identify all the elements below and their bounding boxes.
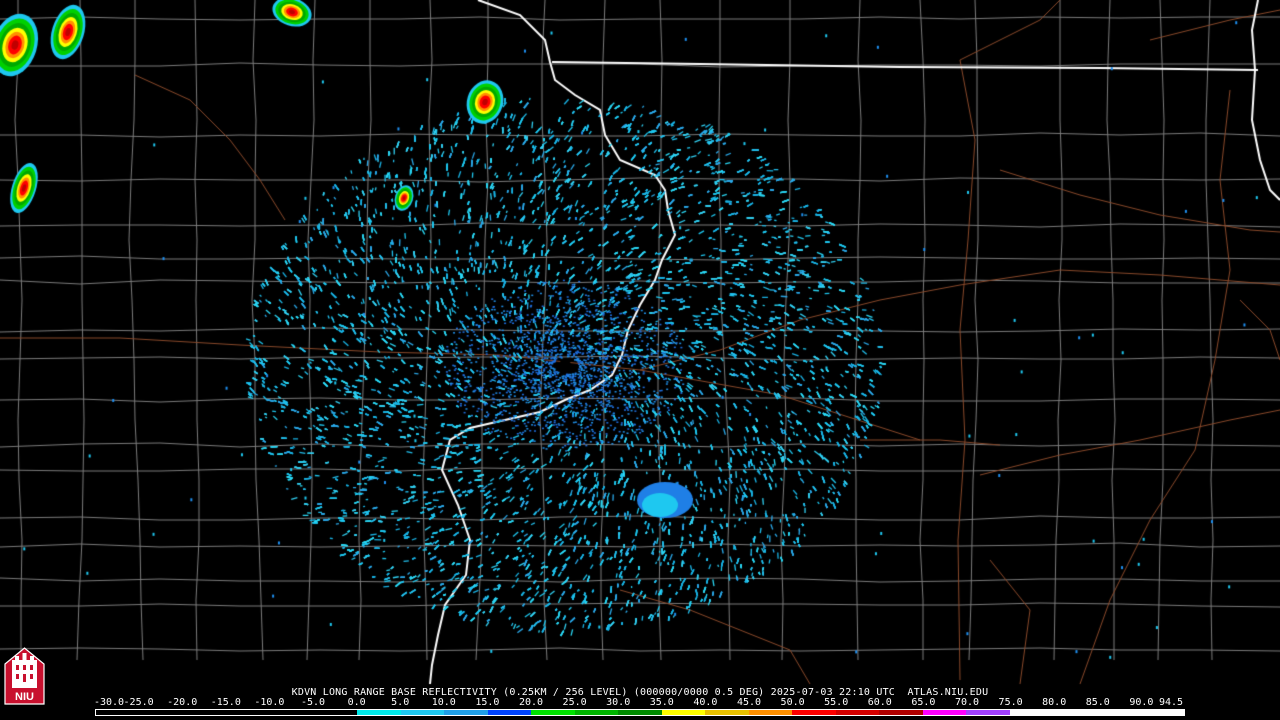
scale-label: 20.0	[518, 697, 544, 708]
scale-label: 30.0	[606, 697, 631, 708]
colorbar-segment	[966, 710, 1010, 715]
scale-label: 0.0	[347, 697, 366, 708]
scale-label: 60.0	[867, 697, 892, 708]
scale-label: -20.0	[167, 697, 198, 708]
colorbar-segment	[226, 710, 271, 715]
niu-logo: NIU	[4, 647, 45, 705]
colorbar-segment	[1053, 710, 1097, 715]
scale-label: 55.0	[824, 697, 849, 708]
colorbar-segment	[661, 710, 706, 715]
scale-label: -15.0	[210, 697, 241, 708]
colorbar-segment	[444, 710, 488, 715]
colorbar-segment	[313, 710, 358, 715]
colorbar-segment	[748, 710, 793, 715]
reflectivity-scale-labels: -30.0 -25.0 -20.0 -15.0 -10.0 -5.0 0.0 5.0 10.0 1…	[93, 697, 1185, 708]
colorbar-segment	[183, 710, 227, 715]
scale-label: 35.0	[649, 697, 674, 708]
scale-label: 90.0	[1129, 697, 1154, 708]
scale-label: 80.0	[1042, 697, 1067, 708]
scale-label: -5.0	[300, 697, 326, 708]
scale-label: -10.0	[254, 697, 285, 708]
scale-label: 25.0	[562, 697, 587, 708]
colorbar-segment	[96, 710, 140, 715]
scale-label: 10.0	[431, 697, 456, 708]
scale-label: -25.0	[123, 697, 154, 708]
scale-label: 5.0	[391, 697, 410, 708]
scale-label: 65.0	[911, 697, 936, 708]
colorbar-segment	[922, 710, 967, 715]
scale-label: -30.0	[93, 697, 125, 708]
colorbar-segment	[487, 710, 532, 715]
colorbar-segment	[835, 710, 880, 715]
colorbar-segment	[1140, 710, 1184, 715]
colorbar-segment	[1096, 710, 1141, 715]
colorbar-segment	[618, 710, 662, 715]
colorbar-segment	[879, 710, 923, 715]
colorbar-segment	[400, 710, 445, 715]
scale-label: 40.0	[693, 697, 718, 708]
scale-label: 15.0	[475, 697, 500, 708]
colorbar-segment	[531, 710, 575, 715]
colorbar-segment	[574, 710, 619, 715]
scale-label: 50.0	[780, 697, 805, 708]
colorbar-segment	[792, 710, 836, 715]
colorbar-segment	[1009, 710, 1054, 715]
scale-label: 85.0	[1085, 697, 1110, 708]
colorbar-segment	[357, 710, 401, 715]
colorbar-segment	[139, 710, 184, 715]
reflectivity-colorbar	[95, 709, 1185, 716]
colorbar-segment	[705, 710, 749, 715]
logo-text: NIU	[15, 691, 34, 703]
scale-label: 75.0	[998, 697, 1023, 708]
scale-label: 70.0	[954, 697, 980, 708]
colorbar-segment	[270, 710, 314, 715]
scale-label: 45.0	[736, 697, 762, 708]
radar-map-canvas	[0, 0, 1280, 720]
scale-label: 94.5	[1158, 697, 1184, 708]
